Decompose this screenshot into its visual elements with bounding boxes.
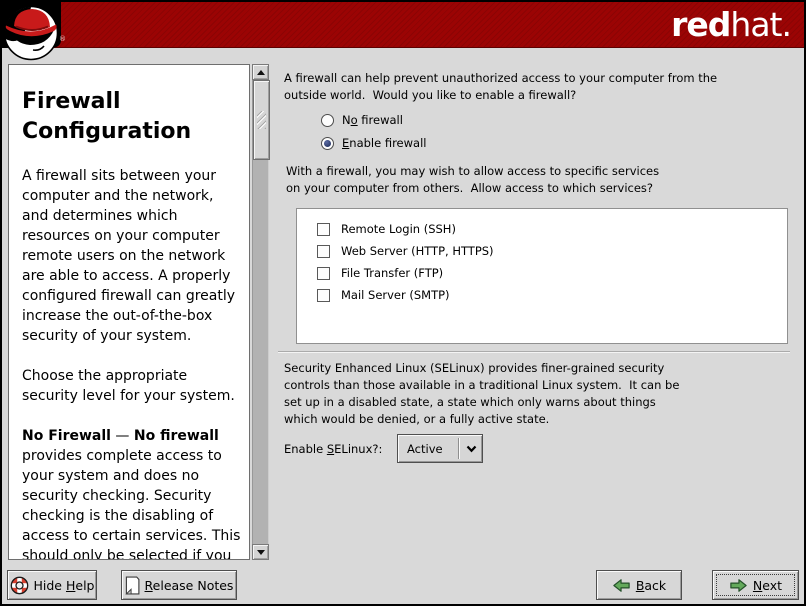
- help-paragraph-1: A firewall sits between your computer an…: [22, 166, 243, 346]
- help-title: Firewall Configuration: [22, 87, 243, 147]
- selinux-dropdown-value: Active: [398, 442, 458, 456]
- label-part: elease Notes: [153, 578, 234, 593]
- mnemonic: H: [66, 578, 75, 593]
- selinux-description: Security Enhanced Linux (SELinux) provid…: [284, 360, 798, 428]
- scroll-down-button[interactable]: [252, 544, 269, 560]
- checkbox-icon[interactable]: [317, 267, 330, 280]
- scroll-up-button[interactable]: [252, 64, 269, 80]
- brand-wordmark: redhat.: [671, 4, 791, 46]
- next-button[interactable]: Next: [712, 570, 799, 600]
- radio-no-firewall-label: No firewall: [342, 113, 403, 127]
- redhat-logo: [2, 2, 66, 62]
- help-paragraph-3: No Firewall — No firewall provides compl…: [22, 426, 243, 560]
- help-paragraph-3-text: provides complete access to your system …: [22, 448, 240, 560]
- installer-window: ® redhat. Firewall Configuration A firew…: [0, 0, 806, 606]
- brand-dot: .: [782, 5, 792, 44]
- label-part: firewall: [358, 113, 403, 127]
- radio-icon[interactable]: [321, 114, 334, 127]
- checkbox-icon[interactable]: [317, 245, 330, 258]
- mnemonic: R: [145, 578, 153, 593]
- selinux-dropdown[interactable]: Active: [397, 434, 483, 463]
- help-scrollbar[interactable]: [252, 64, 269, 560]
- label-part: ELinux?:: [334, 442, 382, 456]
- no-firewall-term-2: No firewall: [134, 428, 219, 444]
- service-row-remote-login[interactable]: Remote Login (SSH): [317, 218, 787, 240]
- thumb-grip: [257, 111, 266, 129]
- next-label: Next: [753, 578, 782, 593]
- label-part: N: [342, 113, 351, 127]
- back-arrow-icon: [612, 578, 631, 593]
- brand-hat: hat: [730, 5, 781, 44]
- service-label: Mail Server (SMTP): [341, 288, 450, 302]
- arrow-up-icon: [257, 70, 265, 75]
- service-label: Remote Login (SSH): [341, 222, 456, 236]
- services-intro-line-1: With a firewall, you may wish to allow a…: [286, 163, 800, 180]
- service-label: Web Server (HTTP, HTTPS): [341, 244, 494, 258]
- radio-enable-firewall[interactable]: Enable firewall: [321, 133, 426, 153]
- radio-no-firewall[interactable]: No firewall: [321, 110, 403, 130]
- hide-help-label: Hide Help: [34, 578, 95, 593]
- label-part: ack: [644, 578, 666, 593]
- checkbox-icon[interactable]: [317, 223, 330, 236]
- services-box: Remote Login (SSH) Web Server (HTTP, HTT…: [296, 208, 788, 344]
- registered-trademark: ®: [59, 35, 66, 43]
- selinux-row: Enable SELinux?:: [284, 434, 394, 463]
- radio-enable-firewall-label: Enable firewall: [342, 136, 426, 150]
- label-part: elp: [75, 578, 94, 593]
- mnemonic: N: [753, 578, 762, 593]
- horizontal-separator: [278, 351, 790, 353]
- em-dash: —: [111, 428, 134, 444]
- brand-red: red: [671, 5, 730, 44]
- service-label: File Transfer (FTP): [341, 266, 443, 280]
- services-intro-line-2: on your computer from others. Allow acce…: [286, 180, 800, 197]
- release-notes-button[interactable]: Release Notes: [121, 570, 237, 600]
- selinux-desc-line-1: Security Enhanced Linux (SELinux) provid…: [284, 360, 798, 377]
- back-button[interactable]: Back: [596, 570, 682, 600]
- selinux-desc-line-2: controls than those available in a tradi…: [284, 377, 798, 394]
- document-icon: [125, 576, 140, 595]
- checkbox-icon[interactable]: [317, 289, 330, 302]
- shadowman-icon: [2, 2, 64, 62]
- arrow-down-icon: [257, 550, 265, 555]
- no-firewall-term: No Firewall: [22, 428, 111, 444]
- back-label: Back: [636, 578, 666, 593]
- label-part: Enable: [284, 442, 327, 456]
- help-panel: Firewall Configuration A firewall sits b…: [8, 64, 250, 560]
- selinux-desc-line-3: set up in a disabled state, a state whic…: [284, 394, 798, 411]
- selinux-label: Enable SELinux?:: [284, 442, 382, 456]
- services-intro-text: With a firewall, you may wish to allow a…: [286, 163, 800, 197]
- release-notes-label: Release Notes: [145, 578, 234, 593]
- radio-icon-selected[interactable]: [321, 137, 334, 150]
- next-arrow-icon: [729, 578, 748, 593]
- selinux-desc-line-4: which would be denied, or a fully active…: [284, 411, 798, 428]
- hide-help-button[interactable]: Hide Help: [7, 570, 97, 600]
- intro-line-1: A firewall can help prevent unauthorized…: [284, 70, 798, 87]
- firewall-intro-text: A firewall can help prevent unauthorized…: [284, 70, 798, 104]
- label-part: Hide: [34, 578, 66, 593]
- scrollbar-thumb[interactable]: [253, 80, 270, 160]
- scrollbar-trough[interactable]: [252, 80, 269, 544]
- help-paragraph-2: Choose the appropriate security level fo…: [22, 366, 243, 406]
- label-part: ext: [762, 578, 782, 593]
- chevron-down-icon: [460, 445, 482, 453]
- label-part: nable firewall: [349, 136, 426, 150]
- mnemonic: o: [351, 113, 358, 127]
- service-row-file-transfer[interactable]: File Transfer (FTP): [317, 262, 787, 284]
- intro-line-2: outside world. Would you like to enable …: [284, 87, 798, 104]
- service-row-web-server[interactable]: Web Server (HTTP, HTTPS): [317, 240, 787, 262]
- lifebuoy-icon: [10, 576, 29, 595]
- service-row-mail-server[interactable]: Mail Server (SMTP): [317, 284, 787, 306]
